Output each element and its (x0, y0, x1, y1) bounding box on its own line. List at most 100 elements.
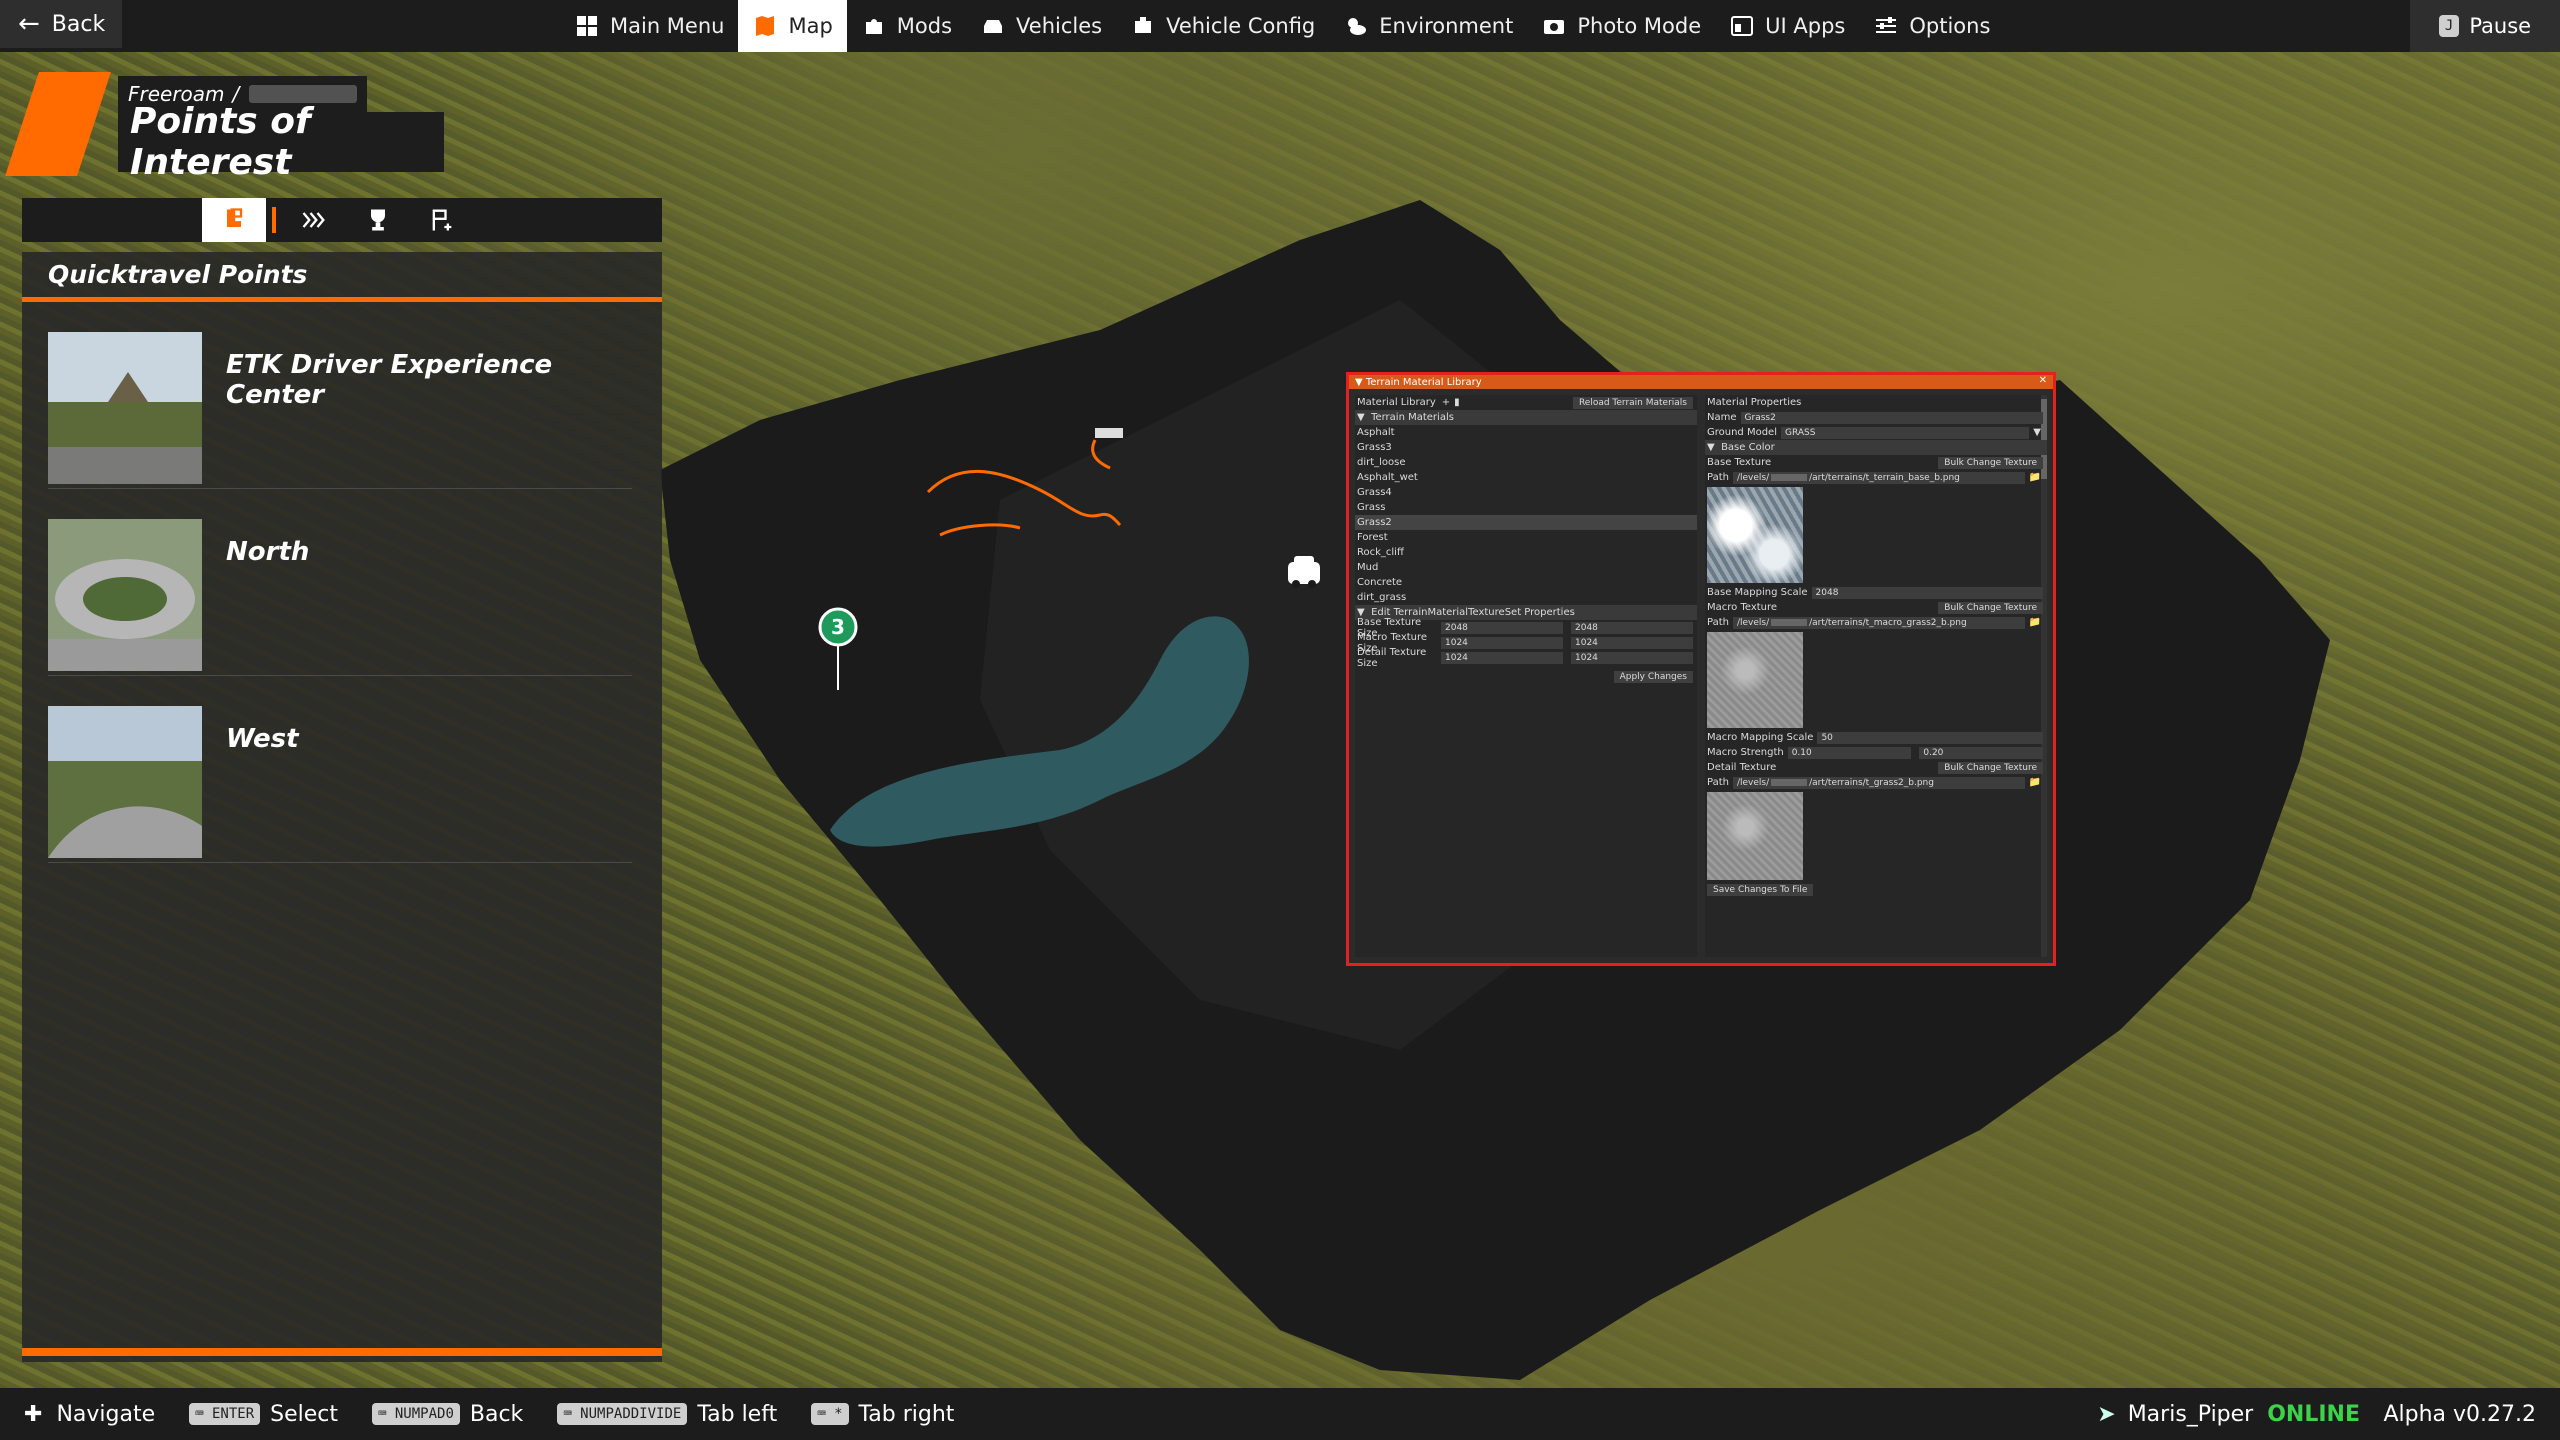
bulk-change-button[interactable]: Bulk Change Texture (1938, 601, 2043, 614)
key-label: NUMPADDIVIDE (580, 1406, 682, 1422)
material-item[interactable]: Mud (1355, 560, 1697, 575)
list-item[interactable]: North (48, 489, 632, 676)
nav-mods[interactable]: Mods (847, 0, 966, 52)
nav-environment[interactable]: Environment (1329, 0, 1527, 52)
folder-icon[interactable]: 📁 (2029, 617, 2041, 628)
nav-ui-apps[interactable]: UI Apps (1715, 0, 1859, 52)
size-input[interactable]: 1024 (1571, 651, 1693, 664)
collapse-icon: ▼ (1357, 412, 1372, 423)
mapping-input[interactable]: 50 (1817, 731, 2043, 744)
size-input[interactable]: 1024 (1441, 651, 1563, 664)
material-item[interactable]: Asphalt_wet (1355, 470, 1697, 485)
base-texture-preview[interactable] (1707, 487, 1803, 583)
nav-vehicle-config[interactable]: Vehicle Config (1116, 0, 1329, 52)
engine-icon (1135, 17, 1152, 33)
nav-vehicles[interactable]: Vehicles (966, 0, 1116, 52)
tab-routes[interactable] (282, 198, 346, 242)
bulk-change-button[interactable]: Bulk Change Texture (1938, 761, 2043, 774)
poi-thumbnail (48, 332, 202, 484)
folder-icon[interactable]: 📁 (2029, 472, 2041, 483)
poi-name: ETK Driver Experience Center (226, 350, 553, 410)
material-item[interactable]: Grass (1355, 500, 1697, 515)
bulk-change-button[interactable]: Bulk Change Texture (1938, 456, 2043, 469)
hint-label: Tab right (858, 1401, 955, 1427)
tab-quicktravel[interactable] (202, 198, 266, 242)
detail-texture-preview[interactable] (1707, 792, 1803, 880)
size-input[interactable]: 1024 (1441, 636, 1563, 649)
apply-changes-button[interactable]: Apply Changes (1613, 671, 1693, 683)
material-item[interactable]: Asphalt (1355, 425, 1697, 440)
map-icon (756, 16, 775, 36)
hint-back[interactable]: ⌨ NUMPAD0 Back (372, 1402, 523, 1427)
field-label: Path (1707, 617, 1729, 628)
list-item[interactable]: West (48, 676, 632, 863)
user-status[interactable]: ➤ Maris_Piper ONLINE (2097, 1388, 2360, 1440)
username: Maris_Piper (2127, 1401, 2254, 1427)
keycap: ⌨ ENTER (189, 1403, 261, 1425)
nav-map[interactable]: Map (738, 0, 847, 52)
apply-row: Apply Changes (1355, 665, 1697, 689)
ground-model-select[interactable]: GRASS (1781, 426, 2030, 439)
map-tabbar (22, 198, 662, 242)
macro-texture-row: Macro Texture Bulk Change Texture (1705, 600, 2047, 615)
path-input[interactable]: /levels/ /art/terrains/t_macro_grass2_b.p… (1732, 616, 2025, 629)
library-label: Material Library (1357, 397, 1436, 408)
trophy-icon (371, 209, 385, 231)
detail-texture-size-row: Detail Texture Size 1024 1024 (1355, 647, 1697, 669)
terrain-material-library-window[interactable]: ▼ Terrain Material Library ✕ Material Li… (1346, 372, 2056, 966)
hint-tab-right[interactable]: ⌨ * Tab right (811, 1402, 954, 1427)
puzzle-icon (865, 19, 882, 34)
hint-tab-left[interactable]: ⌨ NUMPADDIVIDE Tab left (557, 1402, 777, 1427)
delete-icon[interactable]: ▮ (1454, 397, 1460, 408)
base-color-header[interactable]: ▼ Base Color (1705, 440, 2047, 455)
field-label: Base Texture (1707, 457, 1772, 468)
mapping-input[interactable]: 2048 (1811, 586, 2043, 599)
macro-mapping-row: Macro Mapping Scale 50 (1705, 730, 2047, 745)
nav-label: Vehicles (1016, 14, 1103, 38)
path-input[interactable]: /levels/ /art/terrains/t_terrain_base_b.p… (1732, 471, 2025, 484)
path-start: /levels/ (1736, 777, 1770, 788)
nav-options[interactable]: Options (1859, 0, 2004, 52)
reload-materials-button[interactable]: Reload Terrain Materials (1572, 396, 1693, 409)
hint-label: Tab left (697, 1401, 778, 1427)
folder-icon[interactable]: 📁 (2029, 777, 2041, 788)
material-item[interactable]: Concrete (1355, 575, 1697, 590)
material-item[interactable]: Grass3 (1355, 440, 1697, 455)
terrain-materials-header[interactable]: ▼ Terrain Materials (1355, 410, 1697, 425)
material-item[interactable]: Grass4 (1355, 485, 1697, 500)
material-item-selected[interactable]: Grass2 (1355, 515, 1697, 530)
strength-input[interactable]: 0.20 (1919, 746, 2044, 759)
field-label: Macro Texture (1707, 602, 1778, 613)
hint-select[interactable]: ⌨ ENTER Select (189, 1402, 338, 1427)
nav-main-menu[interactable]: Main Menu (560, 0, 738, 52)
macro-texture-preview[interactable] (1707, 632, 1803, 728)
material-item[interactable]: Rock_cliff (1355, 545, 1697, 560)
add-icon[interactable]: + (1442, 397, 1450, 408)
chevron-down-icon[interactable]: ▼ (2033, 427, 2041, 438)
keycap: ⌨ NUMPAD0 (372, 1403, 460, 1425)
list-item[interactable]: ETK Driver Experience Center (48, 302, 632, 489)
strength-input[interactable]: 0.10 (1787, 746, 1912, 759)
name-input[interactable]: Grass2 (1740, 411, 2043, 424)
window-titlebar[interactable]: ▼ Terrain Material Library ✕ (1349, 375, 2053, 389)
size-input[interactable]: 1024 (1571, 636, 1693, 649)
path-redacted (1771, 474, 1808, 481)
path-input[interactable]: /levels/ /art/terrains/t_grass2_b.png (1732, 776, 2025, 789)
tab-custom-spawn[interactable] (410, 198, 474, 242)
nav-label: Vehicle Config (1166, 14, 1316, 38)
back-button[interactable]: ← Back (0, 0, 122, 48)
collapse-icon[interactable]: ▼ (1355, 377, 1366, 388)
size-input[interactable]: 2048 (1571, 621, 1693, 634)
pause-button[interactable]: J Pause (2410, 0, 2560, 52)
nav-photo-mode[interactable]: Photo Mode (1527, 0, 1715, 52)
tab-challenges[interactable] (346, 198, 410, 242)
material-item[interactable]: Forest (1355, 530, 1697, 545)
close-icon[interactable]: ✕ (2039, 375, 2047, 386)
save-changes-button[interactable]: Save Changes To File (1707, 883, 1814, 896)
material-item[interactable]: dirt_grass (1355, 590, 1697, 605)
hint-label: Select (270, 1401, 339, 1427)
base-texture-row: Base Texture Bulk Change Texture (1705, 455, 2047, 470)
hint-navigate[interactable]: ✚ Navigate (24, 1402, 155, 1427)
size-input[interactable]: 2048 (1441, 621, 1563, 634)
material-item[interactable]: dirt_loose (1355, 455, 1697, 470)
